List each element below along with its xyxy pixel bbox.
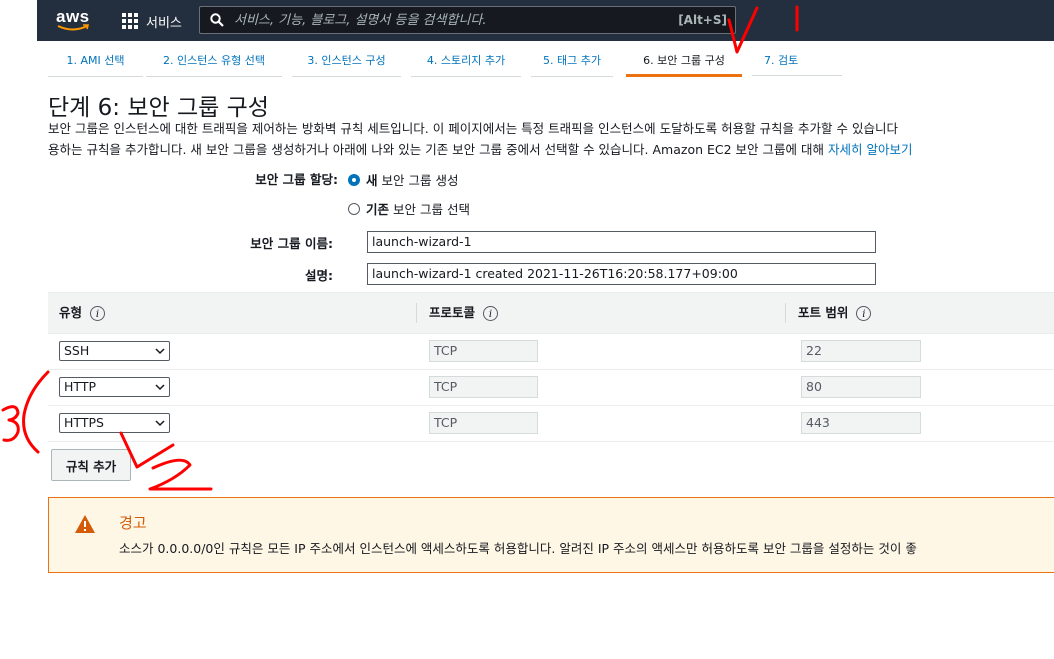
- learn-more-link[interactable]: 자세히 알아보기: [828, 142, 912, 157]
- radio-new-security-group[interactable]: 새 보안 그룹 생성: [348, 170, 458, 189]
- table-row: SSH TCP 22: [48, 333, 1054, 370]
- aws-logo[interactable]: aws: [56, 7, 92, 33]
- tab-instance-config[interactable]: 3. 인스턴스 구성: [292, 46, 401, 77]
- security-group-name-label: 보안 그룹 이름:: [250, 236, 333, 251]
- info-icon[interactable]: i: [90, 305, 106, 321]
- security-group-name-input[interactable]: launch-wizard-1: [367, 231, 876, 253]
- radio-existing-bold-label: 기존: [366, 202, 390, 217]
- page-description: 보안 그룹은 인스턴스에 대한 트래픽을 제어하는 방화벽 규칙 세트입니다. …: [48, 118, 1054, 160]
- add-rule-button[interactable]: 규칙 추가: [51, 449, 131, 481]
- radio-button-checked[interactable]: [348, 173, 360, 186]
- tab-review[interactable]: 7. 검토: [752, 46, 842, 76]
- protocol-field: TCP: [429, 412, 538, 434]
- chevron-down-icon: [155, 384, 165, 391]
- tab-instance-type[interactable]: 2. 인스턴스 유형 선택: [146, 46, 282, 77]
- grid-menu-icon: [122, 13, 138, 29]
- port-range-field: 22: [801, 340, 921, 362]
- tab-security-group[interactable]: 6. 보안 그룹 구성: [626, 46, 742, 77]
- radio-new-bold-label: 새: [366, 173, 378, 188]
- port-range-field: 443: [801, 412, 921, 434]
- tab-ami[interactable]: 1. AMI 선택: [48, 46, 143, 77]
- column-port-range: 포트 범위 i: [798, 293, 872, 333]
- rule-type-select[interactable]: HTTPS: [59, 413, 170, 433]
- info-icon[interactable]: i: [856, 305, 872, 321]
- column-type: 유형 i: [59, 293, 106, 333]
- top-navigation-bar: aws 서비스 [Alt+S]: [37, 0, 1054, 41]
- search-icon: [210, 13, 224, 27]
- radio-existing-security-group[interactable]: 기존 보안 그룹 선택: [348, 199, 470, 218]
- rule-type-select[interactable]: SSH: [59, 341, 170, 361]
- table-row: HTTPS TCP 443: [48, 405, 1054, 442]
- chevron-down-icon: [155, 420, 165, 427]
- assign-security-group-label: 보안 그룹 할당:: [255, 172, 338, 187]
- search-input[interactable]: [234, 7, 664, 33]
- table-row: HTTP TCP 80: [48, 369, 1054, 406]
- column-divider: [416, 303, 417, 323]
- annotation-number-3: [1, 405, 20, 442]
- rule-type-select[interactable]: HTTP: [59, 377, 170, 397]
- protocol-field: TCP: [429, 376, 538, 398]
- description-label: 설명:: [305, 268, 333, 283]
- protocol-field: TCP: [429, 340, 538, 362]
- info-icon[interactable]: i: [483, 305, 499, 321]
- services-label: 서비스: [146, 15, 182, 31]
- chevron-down-icon: [155, 348, 165, 355]
- warning-icon: [75, 515, 95, 533]
- description-line-1: 보안 그룹은 인스턴스에 대한 트래픽을 제어하는 방화벽 규칙 세트입니다. …: [48, 121, 898, 136]
- page-title: 단계 6: 보안 그룹 구성: [48, 95, 269, 121]
- services-menu-button[interactable]: 서비스: [122, 11, 182, 31]
- column-divider: [785, 303, 786, 323]
- radio-button-unchecked[interactable]: [348, 202, 360, 215]
- warning-alert: 경고 소스가 0.0.0.0/0인 규칙은 모든 IP 주소에서 인스턴스에 액…: [48, 497, 1054, 573]
- search-box[interactable]: [Alt+S]: [199, 6, 736, 34]
- radio-existing-label: 보안 그룹 선택: [393, 202, 470, 217]
- aws-smile-icon: [57, 24, 89, 31]
- column-protocol: 프로토콜 i: [429, 293, 499, 333]
- warning-message: 소스가 0.0.0.0/0인 규칙은 모든 IP 주소에서 인스턴스에 액세스하…: [119, 541, 917, 556]
- radio-new-label: 보안 그룹 생성: [381, 173, 459, 188]
- description-input[interactable]: launch-wizard-1 created 2021-11-26T16:20…: [367, 263, 876, 285]
- annotation-bracket: [22, 370, 50, 454]
- table-header: 유형 i 프로토콜 i 포트 범위 i: [48, 292, 1054, 334]
- port-range-field: 80: [801, 376, 921, 398]
- tab-tags[interactable]: 5. 태그 추가: [531, 46, 613, 77]
- warning-title: 경고: [119, 514, 147, 532]
- description-line-2: 용하는 규칙을 추가합니다. 새 보안 그룹을 생성하거나 아래에 나와 있는 …: [48, 142, 913, 157]
- tab-storage[interactable]: 4. 스토리지 추가: [411, 46, 521, 77]
- annotation-number-2: [148, 458, 213, 491]
- search-shortcut-hint: [Alt+S]: [678, 13, 727, 27]
